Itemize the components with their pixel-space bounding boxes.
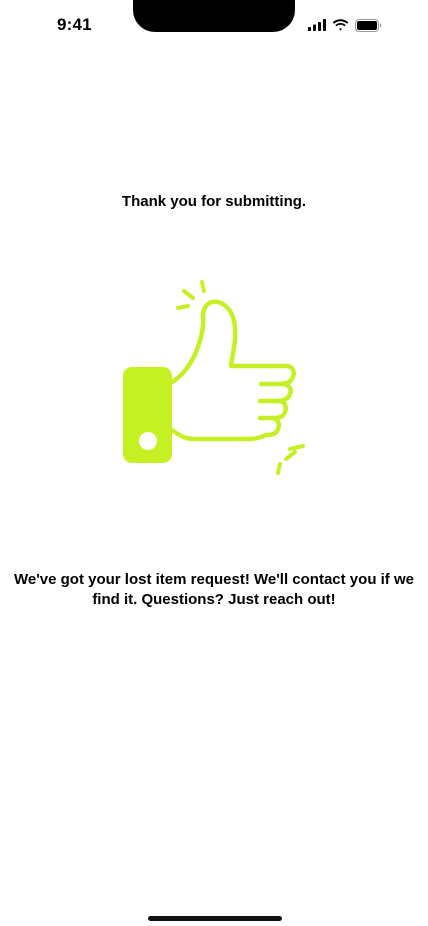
confirmation-title: Thank you for submitting. [121,193,307,210]
thumbs-up-icon [114,276,314,481]
status-bar: 9:41 [0,0,428,50]
confirmation-message: We've got your lost item request! We'll … [14,571,414,608]
device-notch [133,0,295,32]
wifi-icon [332,19,349,31]
cellular-signal-icon [308,19,326,31]
home-indicator[interactable] [148,916,282,921]
status-icons [308,17,382,33]
battery-icon [355,18,382,32]
status-time: 9:41 [57,15,92,34]
